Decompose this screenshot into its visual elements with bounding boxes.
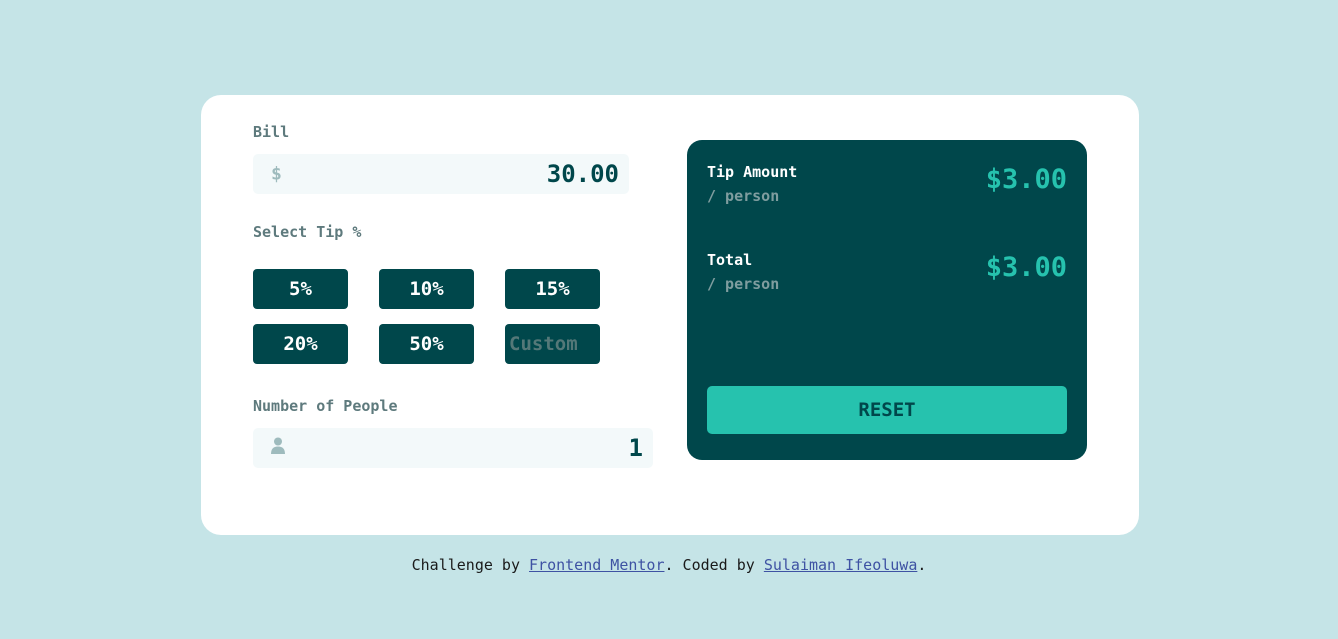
dollar-icon: $ [271,163,282,185]
tip-amount-title: Tip Amount [707,163,798,181]
tip-20-button[interactable]: 20% [253,324,348,364]
tip-amount-value: $3.00 [985,164,1067,195]
total-sub: / person [707,275,780,293]
footer: Challenge by Frontend Mentor. Coded by S… [0,556,1338,574]
bill-label: Bill [253,123,290,141]
tip-5-button[interactable]: 5% [253,269,348,309]
total-title: Total [707,251,753,269]
person-icon [271,437,285,459]
author-link[interactable]: Sulaiman Ifeoluwa [764,556,918,574]
tip-50-button[interactable]: 50% [379,324,474,364]
footer-suffix: . [917,556,927,574]
results-panel: Tip Amount / person $3.00 Total / person… [687,140,1087,460]
frontend-mentor-link[interactable]: Frontend Mentor [529,556,664,574]
tip-15-button[interactable]: 15% [505,269,600,309]
people-input[interactable]: 1 [253,428,653,468]
people-value[interactable]: 1 [629,434,643,462]
tip-amount-sub: / person [707,187,780,205]
custom-tip-input[interactable]: Custom [505,324,600,364]
footer-prefix: Challenge by [411,556,530,574]
select-tip-label: Select Tip % [253,223,362,241]
bill-input[interactable]: $ 30.00 [253,154,629,194]
reset-button[interactable]: RESET [707,386,1067,434]
bill-value[interactable]: 30.00 [547,160,619,188]
tip-calculator-card: Bill $ 30.00 Select Tip % 5% 10% 15% 20%… [201,95,1139,535]
total-value: $3.00 [985,252,1067,283]
tip-10-button[interactable]: 10% [379,269,474,309]
people-label: Number of People [253,397,398,415]
footer-middle: . Coded by [664,556,764,574]
